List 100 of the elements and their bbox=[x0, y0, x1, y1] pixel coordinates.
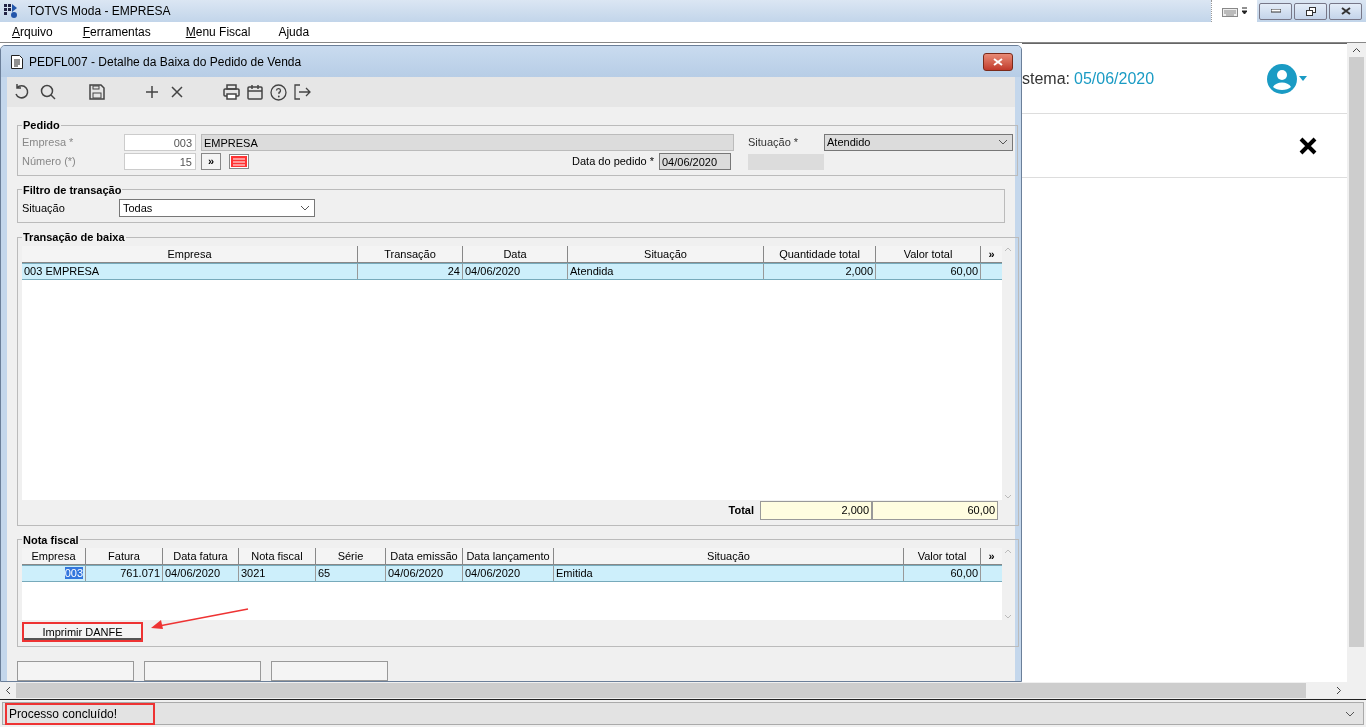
add-icon[interactable] bbox=[145, 85, 159, 99]
scroll-left-icon[interactable] bbox=[5, 686, 11, 695]
column-header[interactable]: Série bbox=[316, 548, 386, 565]
next-button[interactable]: » bbox=[201, 152, 221, 170]
system-date-label: stema: bbox=[1022, 68, 1070, 89]
company-name-field: EMPRESA bbox=[201, 133, 734, 151]
scroll-up-icon[interactable] bbox=[1352, 47, 1361, 53]
help-icon[interactable] bbox=[270, 83, 287, 101]
column-header[interactable]: Situação bbox=[554, 548, 904, 565]
column-header[interactable]: Situação bbox=[568, 245, 764, 263]
system-date: 05/06/2020 bbox=[1074, 68, 1155, 89]
table-cell: Atendida bbox=[568, 263, 764, 279]
field-label: Empresa * bbox=[22, 134, 75, 150]
field-label: Número (*) bbox=[22, 153, 77, 169]
action-button[interactable] bbox=[144, 661, 261, 681]
order-number-field[interactable]: 15 bbox=[124, 152, 196, 170]
column-header[interactable]: Fatura bbox=[86, 548, 163, 565]
table-cell: 60,00 bbox=[904, 566, 981, 581]
close-icon[interactable] bbox=[1299, 136, 1317, 155]
table-cell: 2,000 bbox=[764, 263, 876, 279]
close-icon bbox=[1340, 7, 1351, 15]
horizontal-scrollbar[interactable] bbox=[0, 682, 1366, 700]
table-cell: 761.071 bbox=[86, 566, 163, 581]
menu-item[interactable]: Arquivo bbox=[12, 23, 53, 41]
print-danfe-button[interactable]: Imprimir DANFE bbox=[22, 622, 143, 642]
company-code-field[interactable]: 003 bbox=[124, 133, 196, 151]
status-message: Processo concluído! bbox=[5, 702, 155, 725]
column-header[interactable]: Nota fiscal bbox=[239, 548, 316, 565]
column-header[interactable]: Valor total bbox=[876, 245, 981, 263]
restore-button[interactable] bbox=[1294, 2, 1327, 20]
status-dropdown[interactable]: Atendido bbox=[824, 133, 1013, 151]
table-cell: Emitida bbox=[554, 566, 904, 581]
field-label: Situação bbox=[22, 200, 66, 216]
table-cell: 3021 bbox=[239, 566, 316, 581]
undo-icon[interactable] bbox=[13, 83, 31, 101]
caret-icon bbox=[1299, 76, 1307, 81]
dialog-title: PEDFL007 - Detalhe da Baixa do Pedido de Venda bbox=[29, 53, 302, 71]
scroll-right-icon[interactable] bbox=[1336, 686, 1342, 695]
minimize-button[interactable] bbox=[1259, 2, 1292, 20]
table-cell: 60,00 bbox=[876, 263, 981, 279]
calendar-icon[interactable] bbox=[229, 153, 249, 169]
table-cell: 24 bbox=[358, 263, 463, 279]
close-button[interactable] bbox=[983, 52, 1013, 71]
status-filter-dropdown[interactable]: Todas bbox=[119, 199, 315, 217]
search-icon[interactable] bbox=[39, 83, 57, 101]
document-icon bbox=[11, 54, 23, 69]
scroll-thumb[interactable] bbox=[1349, 57, 1364, 647]
table-cell: 65 bbox=[316, 566, 386, 581]
minimize-icon bbox=[1270, 9, 1281, 13]
total-value-field: 60,00 bbox=[872, 501, 998, 520]
table-cell: 04/06/2020 bbox=[163, 566, 239, 581]
menu-item[interactable]: Ferramentas bbox=[82, 23, 151, 41]
save-icon[interactable] bbox=[89, 84, 105, 100]
more-columns-button[interactable]: » bbox=[981, 548, 1002, 565]
column-header[interactable]: Valor total bbox=[904, 548, 981, 565]
table-cell: 04/06/2020 bbox=[386, 566, 463, 581]
column-header[interactable]: Data bbox=[463, 245, 568, 263]
table-cell: 003 bbox=[22, 566, 86, 581]
exit-icon[interactable] bbox=[294, 84, 311, 100]
user-menu[interactable] bbox=[1267, 63, 1307, 94]
group-title: Nota fiscal bbox=[22, 532, 80, 548]
keyboard-icon bbox=[1222, 5, 1238, 17]
action-button[interactable] bbox=[17, 661, 134, 681]
column-header[interactable]: Transação bbox=[358, 245, 463, 263]
field-label: Situação * bbox=[748, 134, 800, 150]
table-row[interactable]: 003 761.071 04/06/2020 3021 65 04/06/2020 04/06/2020 Emitida 60,00 bbox=[22, 565, 1002, 582]
group-title: Pedido bbox=[22, 118, 61, 133]
calendar-icon[interactable] bbox=[247, 84, 263, 100]
column-header[interactable]: Empresa bbox=[22, 548, 86, 565]
scroll-thumb[interactable] bbox=[16, 683, 1306, 698]
total-quantity-field: 2,000 bbox=[760, 501, 872, 520]
keyboard-button[interactable] bbox=[1211, 0, 1257, 22]
more-columns-button[interactable]: » bbox=[981, 245, 1002, 263]
column-header[interactable]: Data lançamento bbox=[463, 548, 554, 565]
close-icon bbox=[993, 57, 1003, 66]
table-cell: 04/06/2020 bbox=[463, 263, 568, 279]
column-header[interactable]: Quantidade total bbox=[764, 245, 876, 263]
window-title: TOTVS Moda - EMPRESA bbox=[28, 3, 171, 20]
delete-icon[interactable] bbox=[171, 86, 183, 98]
menu-item[interactable]: Ajuda bbox=[278, 23, 310, 41]
app-icon bbox=[4, 4, 18, 18]
close-button[interactable] bbox=[1329, 2, 1362, 20]
action-button[interactable] bbox=[271, 661, 388, 681]
total-label: Total bbox=[727, 503, 755, 519]
restore-icon bbox=[1305, 6, 1316, 16]
column-header[interactable]: Data emissão bbox=[386, 548, 463, 565]
print-icon[interactable] bbox=[223, 84, 240, 100]
vertical-scrollbar[interactable] bbox=[1347, 43, 1366, 682]
user-avatar-icon bbox=[1267, 63, 1297, 94]
chevron-down-icon bbox=[1345, 710, 1355, 717]
column-header[interactable]: Data fatura bbox=[163, 548, 239, 565]
chevron-down-icon bbox=[300, 205, 310, 211]
table-cell: 04/06/2020 bbox=[463, 566, 554, 581]
table-cell: 003 EMPRESA bbox=[22, 263, 358, 279]
group-title: Transação de baixa bbox=[22, 230, 126, 245]
column-header[interactable]: Empresa bbox=[22, 245, 358, 263]
group-title: Filtro de transação bbox=[22, 182, 123, 198]
chevron-down-icon bbox=[998, 139, 1008, 145]
field-label: Data do pedido * bbox=[571, 153, 655, 169]
menu-item[interactable]: Menu Fiscal bbox=[185, 23, 251, 41]
